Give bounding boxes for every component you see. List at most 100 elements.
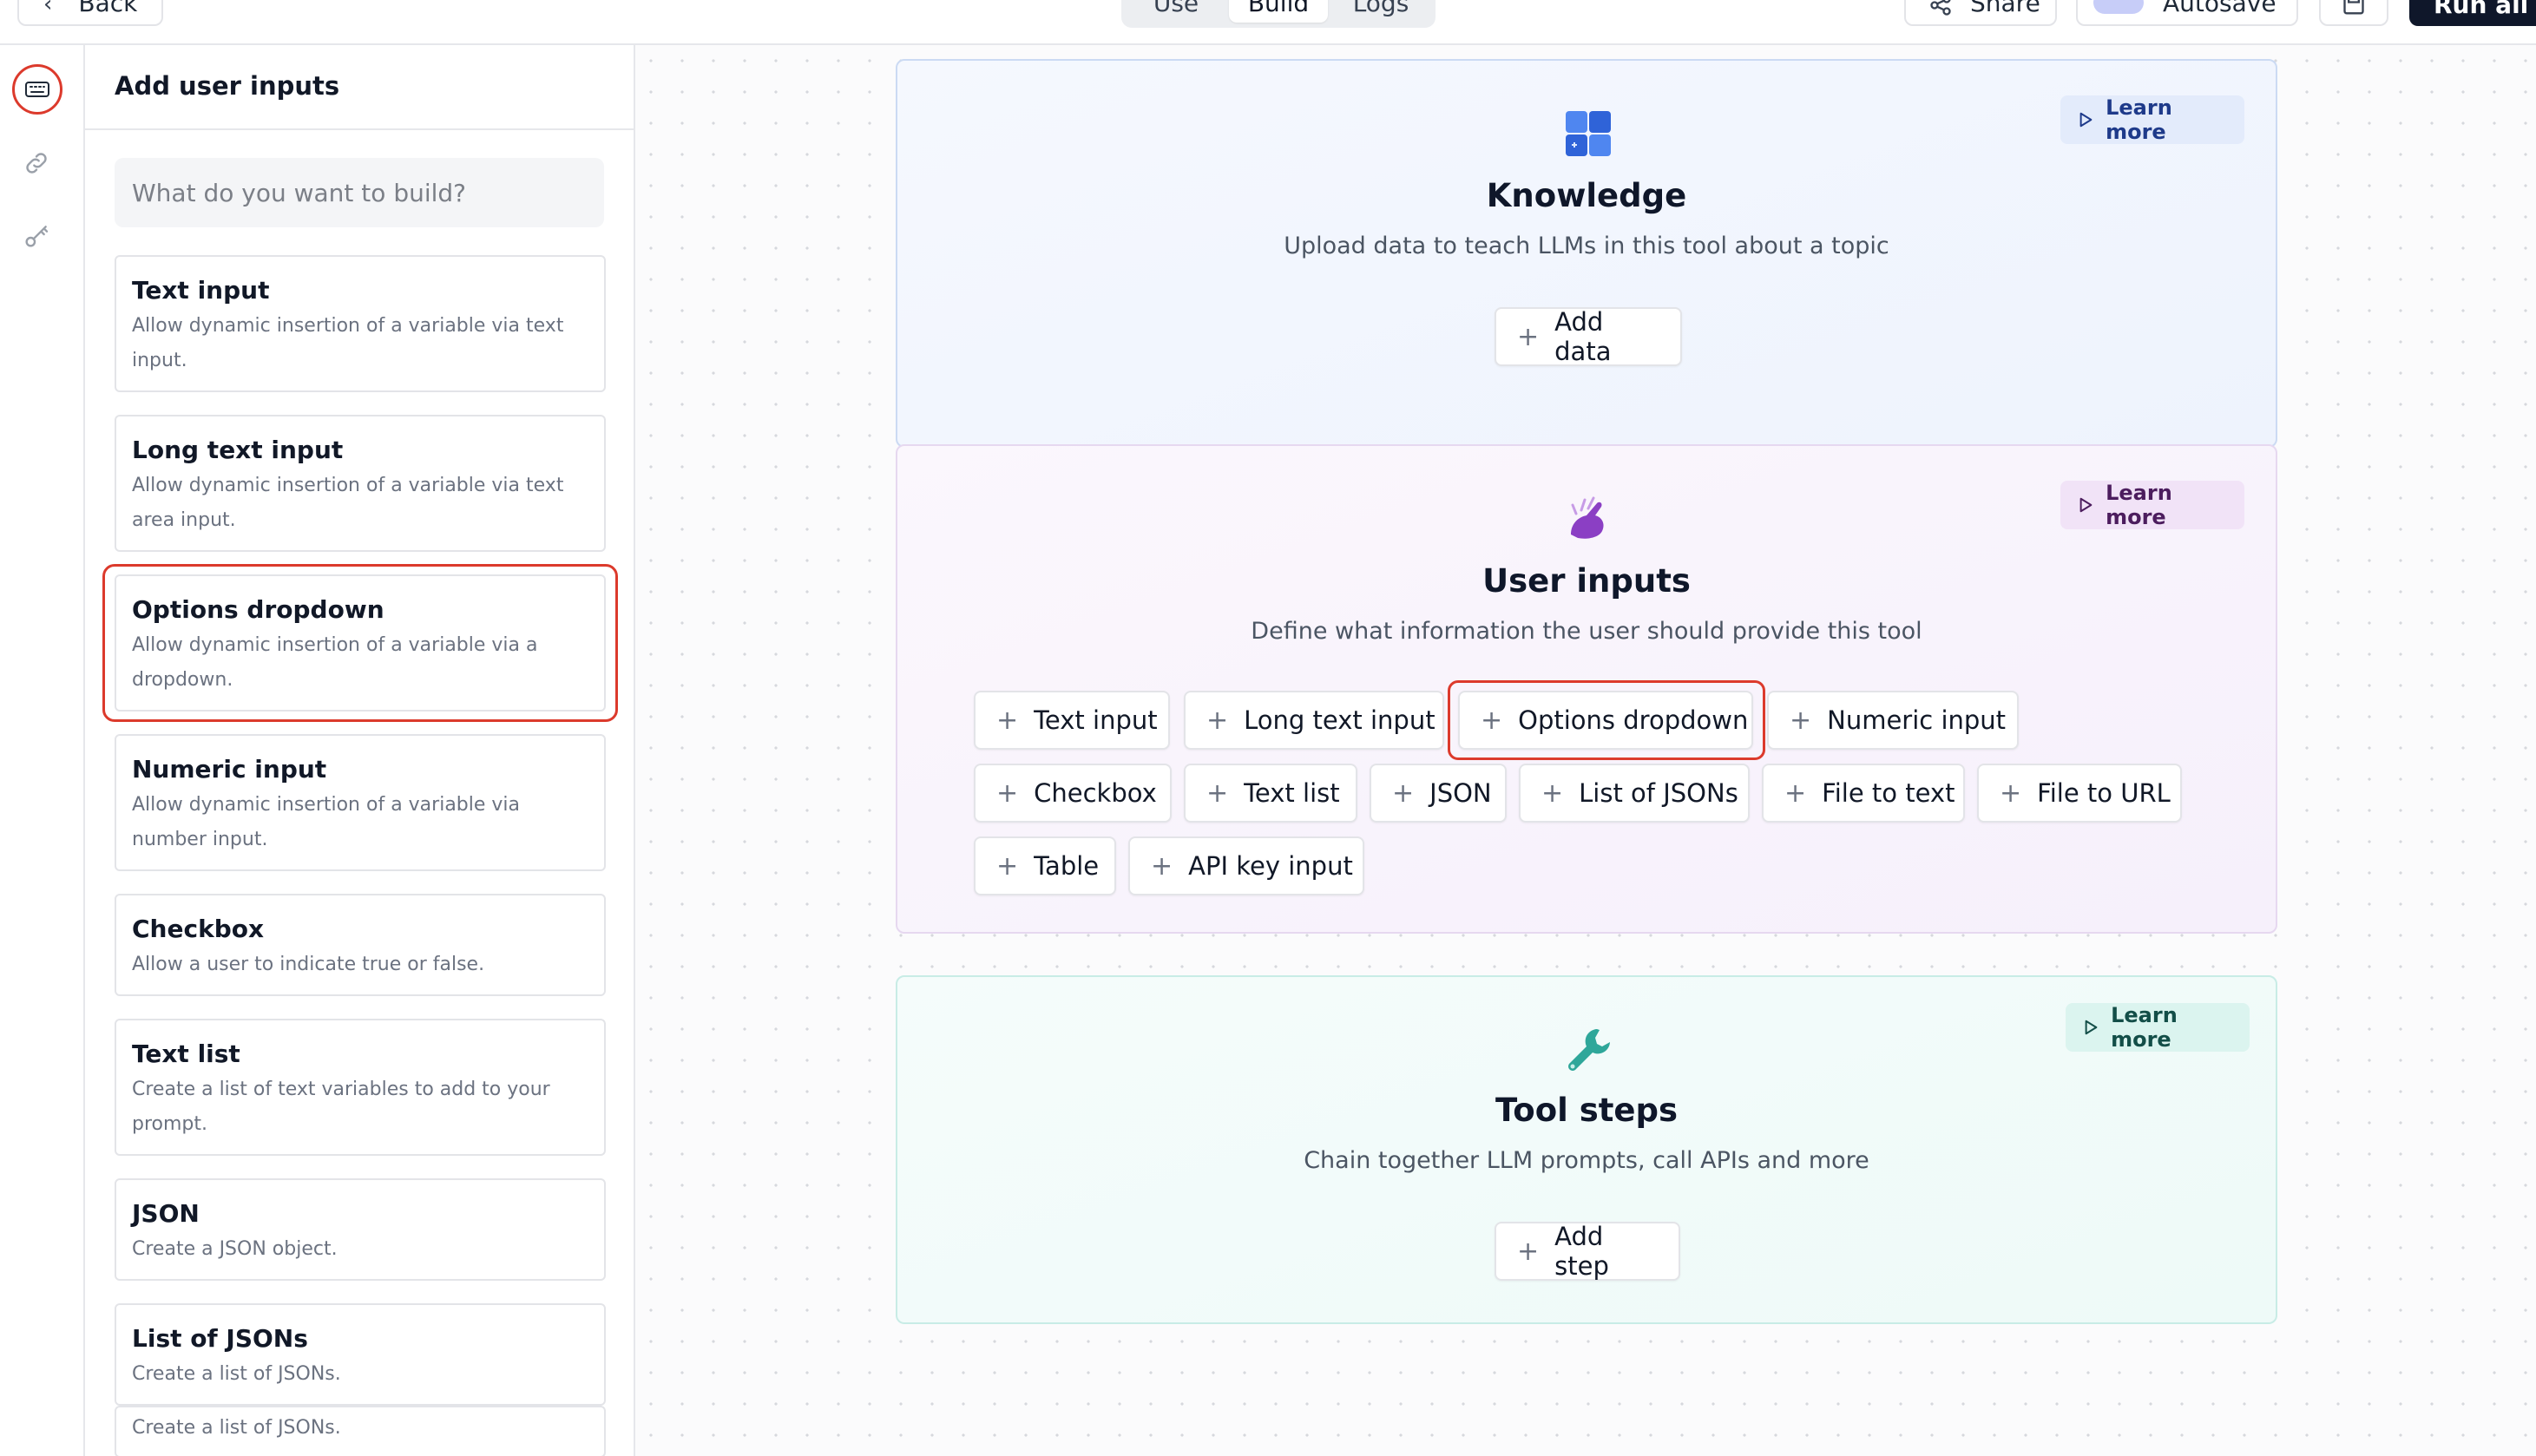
plus-icon: + (996, 705, 1019, 736)
chip-options-dropdown[interactable]: + Options dropdown (1458, 691, 1753, 750)
tool-steps-subtitle: Chain together LLM prompts, call APIs an… (1304, 1147, 1869, 1174)
builder-canvas: Learn more Knowledge Upload data to teac… (635, 45, 2536, 1456)
item-title: Text list (132, 1040, 240, 1068)
list-item-options-dropdown[interactable]: Options dropdown Allow dynamic insertion… (115, 574, 606, 712)
chip-label: Text list (1244, 778, 1340, 808)
chip-label: Long text input (1244, 705, 1436, 735)
chip-label: Numeric input (1827, 705, 2007, 735)
save-icon (2343, 0, 2364, 15)
rail-item-user-inputs[interactable] (12, 64, 62, 115)
key-icon (25, 226, 49, 247)
add-step-button[interactable]: + Add step (1495, 1222, 1680, 1281)
learn-more-label: Learn more (2106, 95, 2172, 144)
rail-item-links[interactable] (17, 144, 56, 182)
plus-icon: + (1790, 705, 1812, 736)
chip-label: Checkbox (1034, 778, 1157, 808)
chip-label: JSON (1429, 778, 1492, 808)
autosave-label: Autosave (2163, 0, 2276, 17)
link-icon (26, 153, 47, 174)
share-button[interactable]: Share (1904, 0, 2057, 26)
chip-file-to-text[interactable]: + File to text (1762, 764, 1965, 823)
chip-list-of-jsons[interactable]: + List of JSONs (1519, 764, 1750, 823)
rail-item-keys[interactable] (17, 217, 56, 255)
item-title: Text input (132, 276, 270, 305)
list-item-long-text-input[interactable]: Long text input Allow dynamic insertion … (115, 415, 606, 552)
back-label: Back (78, 0, 138, 17)
user-inputs-learn-more-button[interactable]: Learn more (2060, 481, 2244, 529)
item-description: Create a JSON object. (132, 1238, 338, 1260)
divider (85, 128, 635, 130)
chip-label: File to text (1822, 778, 1955, 808)
share-icon (1930, 0, 1951, 16)
plus-icon: + (1206, 777, 1229, 809)
user-inputs-title: User inputs (1482, 562, 1691, 600)
list-item-overflow[interactable]: Create a list of JSONs. (115, 1406, 606, 1456)
play-icon (2079, 497, 2093, 513)
list-item-text-input[interactable]: Text input Allow dynamic insertion of a … (115, 255, 606, 392)
chip-table[interactable]: + Table (974, 836, 1116, 895)
add-step-label: Add step (1554, 1222, 1609, 1281)
chevron-left-icon: ‹ (43, 0, 53, 17)
list-item-json[interactable]: JSON Create a JSON object. (115, 1178, 606, 1281)
chip-api-key-input[interactable]: + API key input (1128, 836, 1364, 895)
toggle-switch[interactable] (2093, 0, 2144, 14)
knowledge-blocks-icon (1566, 111, 1611, 156)
chip-file-to-url[interactable]: + File to URL (1977, 764, 2182, 823)
chip-text-list[interactable]: + Text list (1184, 764, 1357, 823)
learn-more-label: Learn more (2111, 1003, 2178, 1052)
item-title: JSON (132, 1199, 200, 1228)
save-button[interactable] (2319, 0, 2388, 26)
plus-icon: + (1206, 705, 1229, 736)
play-icon (2085, 1020, 2098, 1035)
plus-icon: + (1151, 850, 1173, 882)
knowledge-learn-more-button[interactable]: Learn more (2060, 95, 2244, 144)
chip-long-text-input[interactable]: + Long text input (1184, 691, 1444, 750)
tool-steps-learn-more-button[interactable]: Learn more (2066, 1003, 2250, 1052)
tab-build[interactable]: Build (1229, 0, 1328, 23)
tool-steps-section: Learn more Tool steps Chain together LLM… (896, 975, 2277, 1324)
tab-logs[interactable]: Logs (1331, 0, 1430, 23)
run-all-button[interactable]: Run all (2409, 0, 2536, 26)
plus-icon: + (2000, 777, 2022, 809)
item-title: Long text input (132, 436, 344, 464)
list-item-text-list[interactable]: Text list Create a list of text variable… (115, 1019, 606, 1156)
list-item-list-of-jsons[interactable]: List of JSONs Create a list of JSONs. (115, 1303, 606, 1406)
panel-title: Add user inputs (115, 71, 340, 101)
list-item-checkbox[interactable]: Checkbox Allow a user to indicate true o… (115, 894, 606, 996)
item-description: Allow a user to indicate true or false. (132, 954, 485, 975)
chip-label: API key input (1188, 851, 1353, 881)
user-inputs-section: Learn more User inputs Define what infor… (896, 444, 2277, 934)
search-input[interactable] (115, 158, 604, 227)
plus-icon: + (996, 850, 1019, 882)
item-title: Checkbox (132, 915, 265, 943)
add-data-label: Add data (1554, 307, 1612, 366)
chip-label: Table (1034, 851, 1100, 881)
chip-label: Text input (1034, 705, 1158, 735)
autosave-toggle[interactable]: Autosave (2076, 0, 2298, 26)
item-title: Numeric input (132, 755, 327, 784)
chip-label: File to URL (2037, 778, 2171, 808)
chip-label: List of JSONs (1579, 778, 1738, 808)
back-button[interactable]: ‹ Back (17, 0, 163, 26)
plus-icon: + (1784, 777, 1807, 809)
chip-json[interactable]: + JSON (1370, 764, 1507, 823)
add-user-inputs-panel: Add user inputs Text input Allow dynamic… (85, 45, 635, 1456)
mode-tabs: Use Build Logs (1121, 0, 1436, 28)
item-description: Create a list of text variables to add t… (132, 1079, 550, 1135)
add-data-button[interactable]: + Add data (1495, 307, 1682, 366)
tab-use[interactable]: Use (1127, 0, 1225, 23)
item-description: Allow dynamic insertion of a variable vi… (132, 475, 564, 531)
chip-numeric-input[interactable]: + Numeric input (1767, 691, 2019, 750)
chip-text-input[interactable]: + Text input (974, 691, 1170, 750)
keyboard-icon (25, 82, 49, 97)
play-icon (2079, 112, 2093, 128)
knowledge-title: Knowledge (1486, 177, 1687, 214)
knowledge-section: Learn more Knowledge Upload data to teac… (896, 59, 2277, 448)
plus-icon: + (1392, 777, 1415, 809)
list-item-numeric-input[interactable]: Numeric input Allow dynamic insertion of… (115, 734, 606, 871)
chip-checkbox[interactable]: + Checkbox (974, 764, 1172, 823)
plus-icon: + (1517, 321, 1540, 352)
item-title: Options dropdown (132, 595, 384, 624)
wrench-icon (1568, 1029, 1610, 1071)
item-description: Allow dynamic insertion of a variable vi… (132, 794, 521, 850)
